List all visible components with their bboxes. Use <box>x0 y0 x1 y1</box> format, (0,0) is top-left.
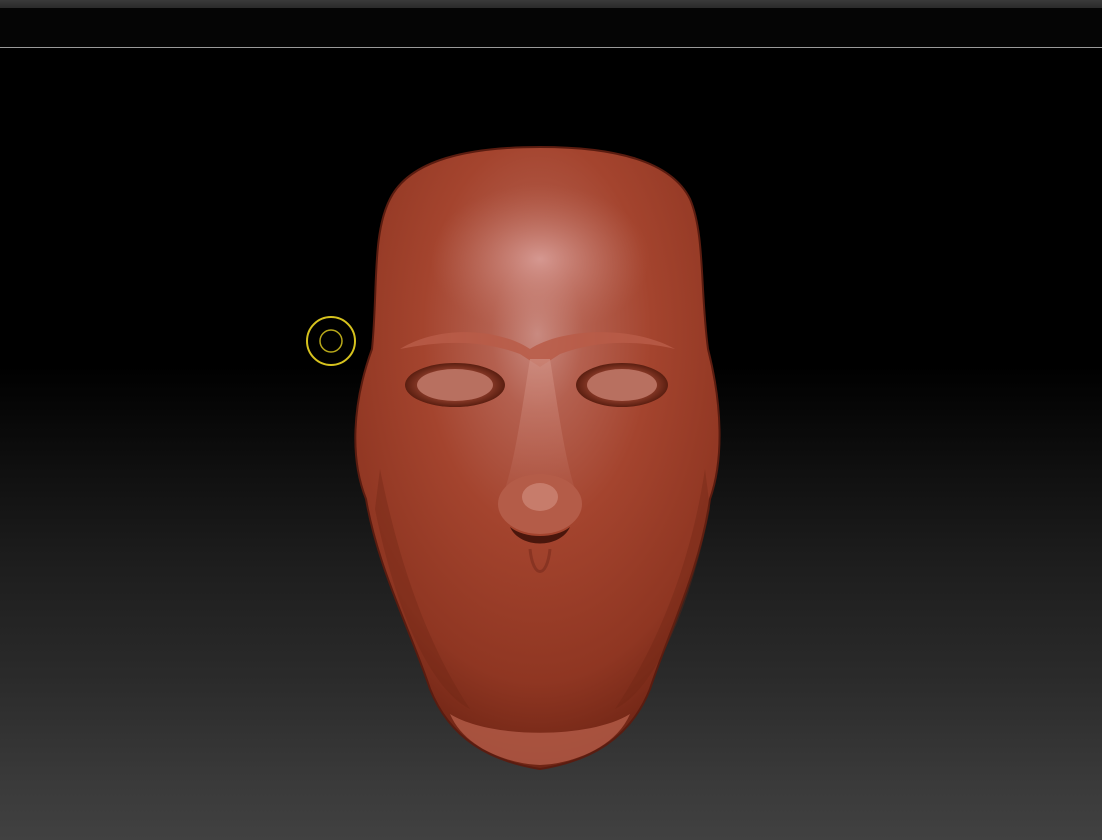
title-strip <box>0 0 1102 8</box>
zbrush-canvas-window <box>0 0 1102 840</box>
forehead-highlight <box>430 184 650 334</box>
right-eyeball <box>587 369 657 401</box>
viewport-canvas[interactable] <box>0 49 1102 840</box>
sculpted-head-model[interactable] <box>0 49 1102 840</box>
top-toolbar <box>0 8 1102 48</box>
nose-tip-highlight <box>522 483 558 511</box>
left-eyeball <box>417 369 493 401</box>
